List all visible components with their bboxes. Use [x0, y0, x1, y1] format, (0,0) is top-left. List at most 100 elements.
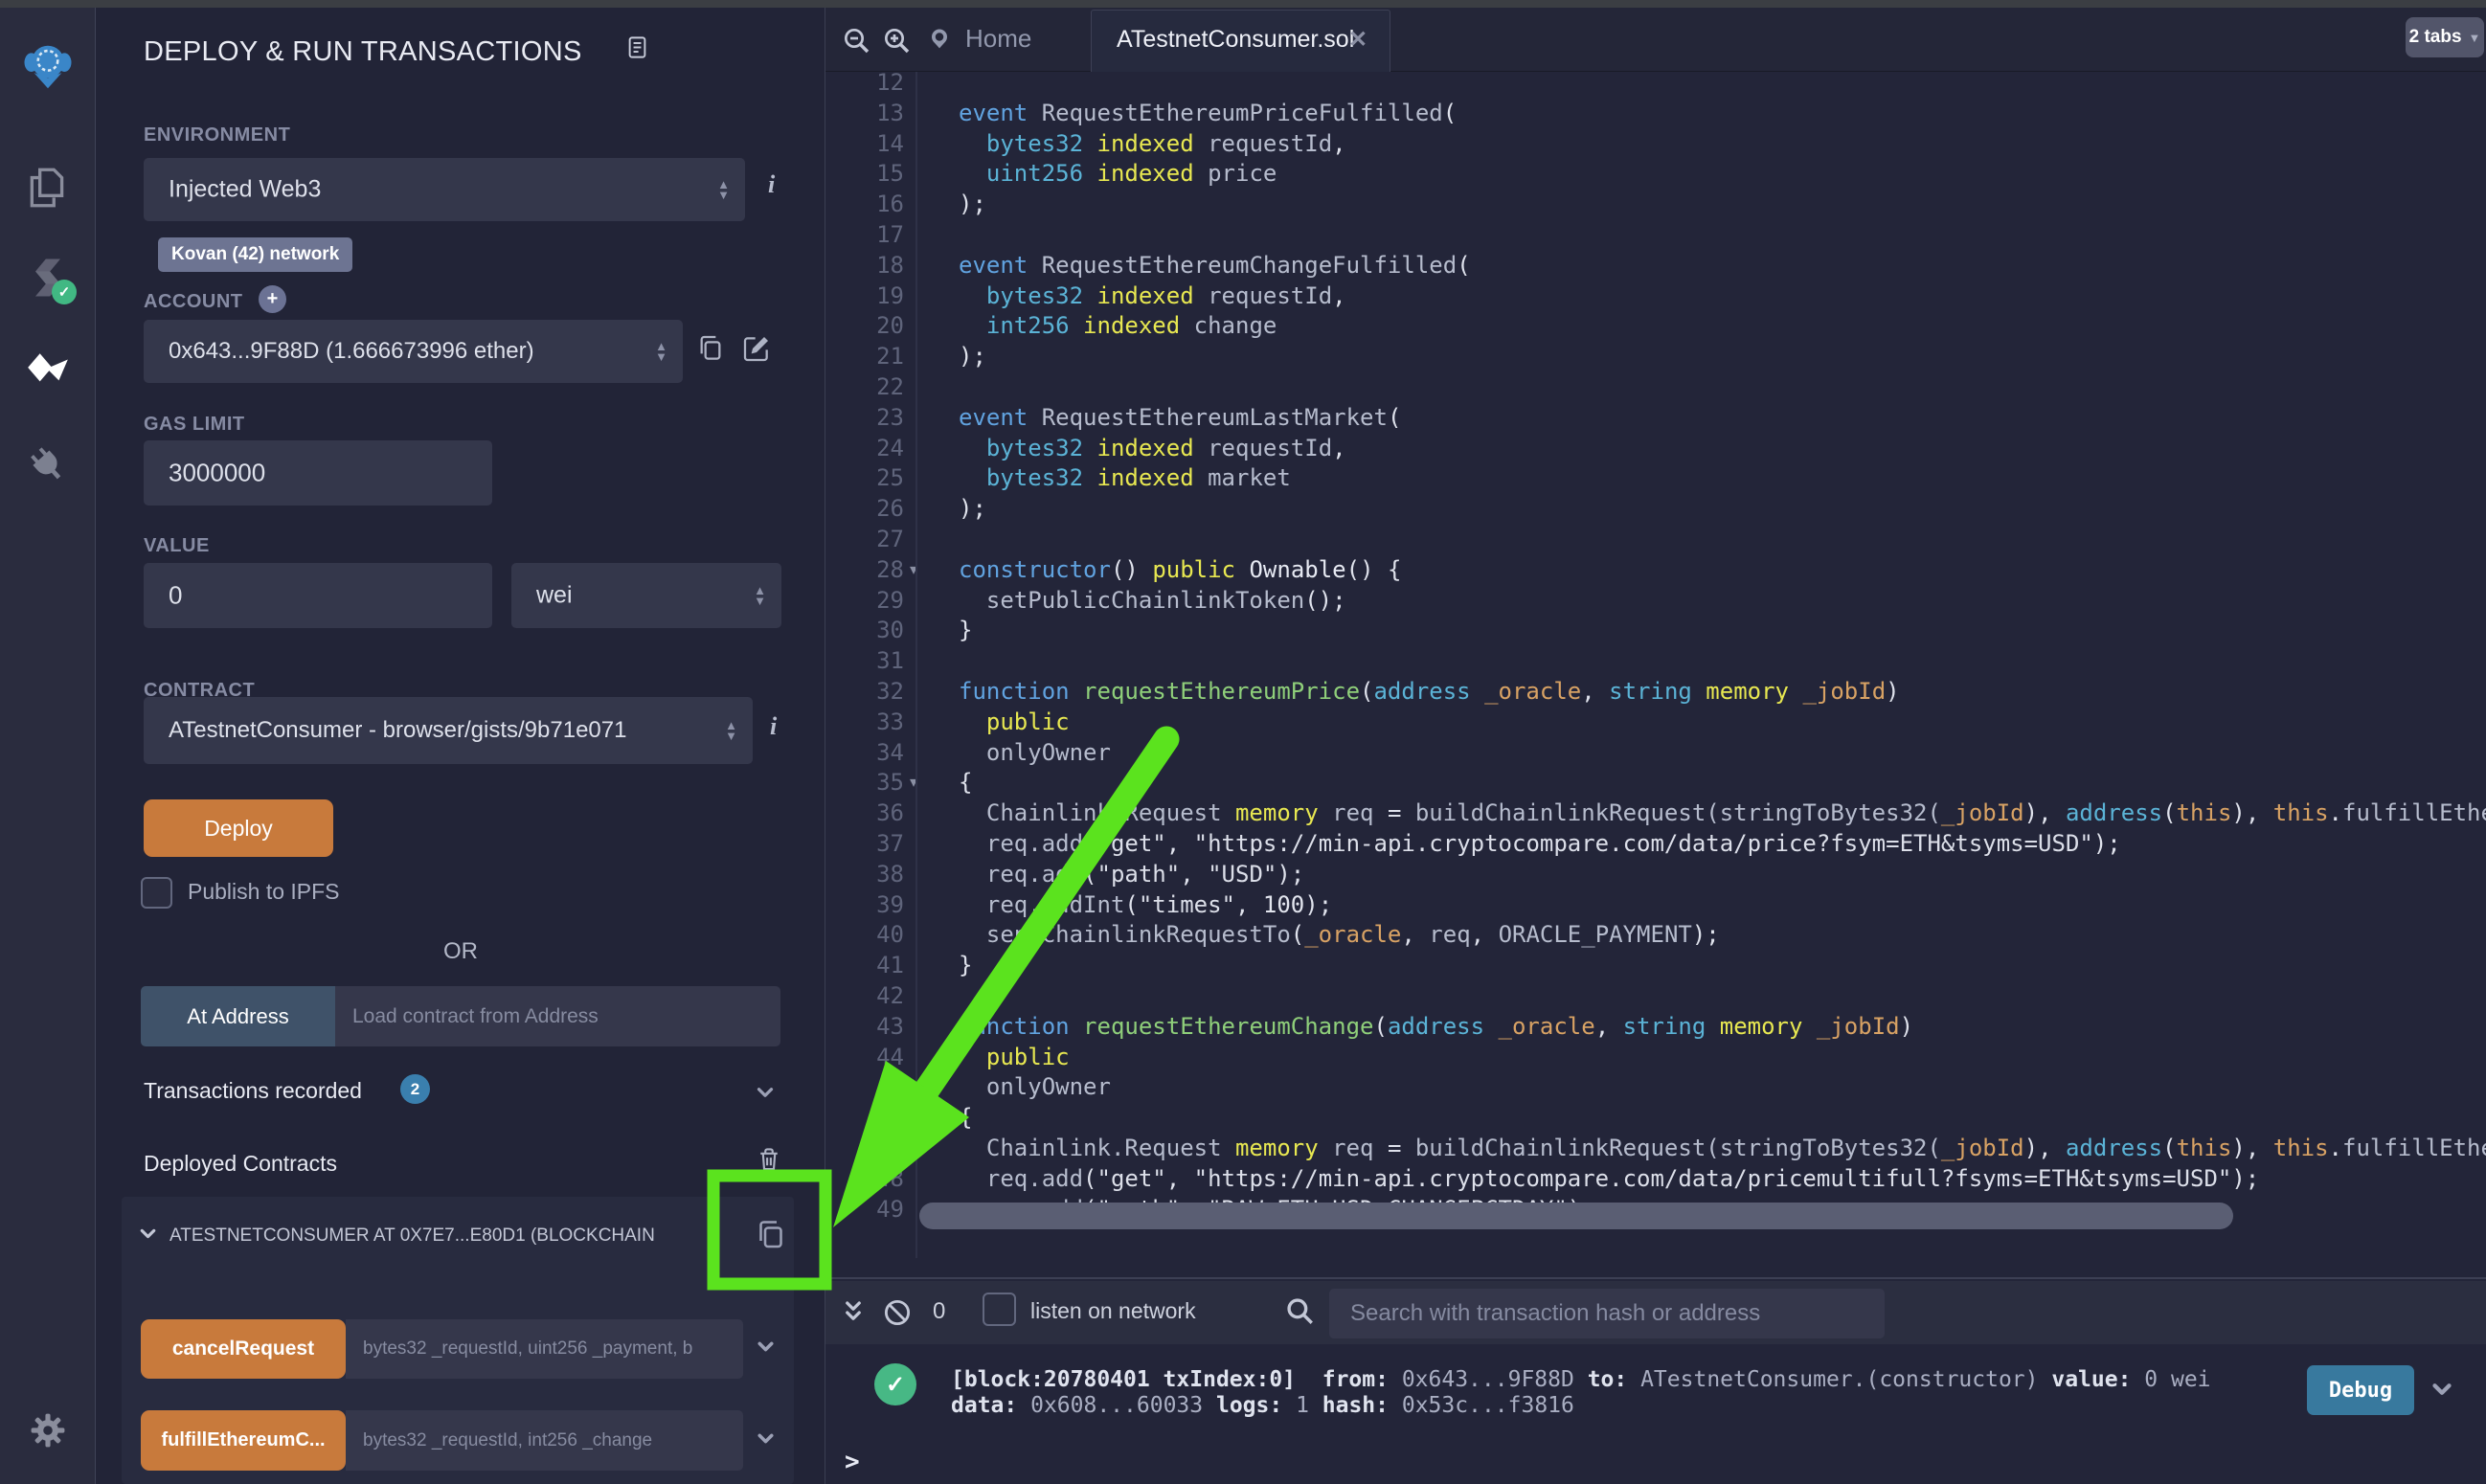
- line-number[interactable]: 29: [825, 586, 904, 617]
- environment-info-icon[interactable]: i: [768, 170, 775, 199]
- cancel-request-button[interactable]: cancelRequest: [141, 1319, 346, 1379]
- close-tab-icon[interactable]: ✕: [1348, 26, 1367, 54]
- line-number[interactable]: 21: [825, 342, 904, 372]
- line-number[interactable]: 48: [825, 1164, 904, 1195]
- zoom-in-icon[interactable]: [881, 25, 912, 60]
- line-number[interactable]: 30: [825, 616, 904, 646]
- environment-select[interactable]: Injected Web3 ▲▼: [144, 158, 745, 221]
- contract-select[interactable]: ATestnetConsumer - browser/gists/9b71e07…: [144, 697, 753, 764]
- cancel-request-args-input[interactable]: [346, 1319, 743, 1379]
- line-number[interactable]: 31: [825, 646, 904, 677]
- line-number[interactable]: 42: [825, 981, 904, 1012]
- deploy-run-icon[interactable]: [21, 345, 75, 398]
- at-address-input[interactable]: [335, 986, 780, 1046]
- copy-contract-address-icon[interactable]: [754, 1218, 788, 1257]
- trash-icon[interactable]: [755, 1145, 783, 1179]
- stepper-arrows-icon[interactable]: ▲▼: [754, 585, 766, 606]
- line-number[interactable]: 22: [825, 372, 904, 403]
- terminal-search-input[interactable]: [1329, 1289, 1885, 1338]
- line-number[interactable]: 46: [825, 1103, 904, 1134]
- line-number[interactable]: 45: [825, 1072, 904, 1103]
- stepper-arrows-icon[interactable]: ▲▼: [725, 720, 737, 741]
- gas-limit-input[interactable]: 3000000: [144, 440, 492, 506]
- line-number[interactable]: 28: [825, 555, 904, 586]
- line-number[interactable]: 34: [825, 738, 904, 769]
- home-tab-icon[interactable]: [925, 25, 954, 58]
- line-number[interactable]: 17: [825, 220, 904, 251]
- fulfill-ethereum-chevron-icon[interactable]: [754, 1427, 778, 1455]
- value-input[interactable]: 0: [144, 563, 492, 628]
- line-number[interactable]: 39: [825, 890, 904, 921]
- line-number[interactable]: 27: [825, 525, 904, 555]
- line-number[interactable]: 44: [825, 1043, 904, 1073]
- line-number[interactable]: 49: [825, 1195, 904, 1225]
- expand-terminal-icon[interactable]: [839, 1298, 868, 1332]
- tab-active-file[interactable]: ATestnetConsumer.sol ✕: [1091, 10, 1390, 72]
- add-account-icon[interactable]: +: [259, 285, 286, 313]
- stepper-arrows-icon[interactable]: ▲▼: [717, 179, 730, 200]
- environment-label: ENVIRONMENT: [144, 124, 290, 146]
- line-number[interactable]: 26: [825, 494, 904, 525]
- fulfill-ethereum-args-input[interactable]: [346, 1410, 743, 1471]
- doc-link-icon[interactable]: [624, 34, 650, 65]
- debug-button[interactable]: Debug: [2307, 1365, 2414, 1415]
- contract-info-icon[interactable]: i: [770, 712, 777, 741]
- line-number[interactable]: 35: [825, 768, 904, 798]
- line-number[interactable]: 20: [825, 311, 904, 342]
- deploy-button[interactable]: Deploy: [144, 799, 333, 857]
- fold-arrow-icon[interactable]: ▾: [910, 1103, 935, 1134]
- clear-terminal-icon[interactable]: [881, 1296, 914, 1334]
- line-number[interactable]: 43: [825, 1012, 904, 1043]
- editor-horizontal-scrollbar[interactable]: [919, 1203, 2233, 1229]
- line-number[interactable]: 23: [825, 403, 904, 434]
- line-number[interactable]: 47: [825, 1134, 904, 1164]
- remix-logo-icon[interactable]: [21, 38, 75, 92]
- line-number[interactable]: 37: [825, 829, 904, 860]
- tabs-count-dropdown[interactable]: 2 tabs ▼: [2406, 17, 2484, 57]
- solidity-compiler-icon[interactable]: ✓: [21, 251, 75, 304]
- line-number[interactable]: 15: [825, 159, 904, 190]
- plugin-manager-icon[interactable]: [21, 438, 75, 492]
- copy-account-icon[interactable]: [695, 333, 726, 369]
- listen-network-checkbox[interactable]: [983, 1293, 1016, 1326]
- line-number[interactable]: 16: [825, 190, 904, 220]
- fold-arrow-icon[interactable]: ▾: [910, 555, 935, 586]
- line-number[interactable]: 40: [825, 920, 904, 951]
- deployed-contract-card: ATESTNETCONSUMER AT 0X7E7...E80D1 (BLOCK…: [122, 1197, 794, 1484]
- line-number[interactable]: 12: [825, 68, 904, 99]
- edit-account-icon[interactable]: [741, 333, 772, 369]
- at-address-button[interactable]: At Address: [141, 986, 335, 1046]
- value-unit-select[interactable]: wei ▲▼: [511, 563, 781, 628]
- icon-rail: ✓: [0, 8, 96, 1484]
- settings-gear-icon[interactable]: [21, 1404, 75, 1457]
- cancel-request-chevron-icon[interactable]: [754, 1335, 778, 1363]
- log-expand-chevron-icon[interactable]: [2428, 1375, 2456, 1408]
- line-number[interactable]: 13: [825, 99, 904, 129]
- line-number[interactable]: 32: [825, 677, 904, 708]
- fulfill-ethereum-button[interactable]: fulfillEthereumC...: [141, 1410, 346, 1471]
- zoom-out-icon[interactable]: [841, 25, 871, 60]
- line-number[interactable]: 24: [825, 434, 904, 464]
- publish-ipfs-checkbox[interactable]: [141, 877, 172, 909]
- log-line-2[interactable]: data: 0x608...60033 logs: 1 hash: 0x53c.…: [951, 1393, 1574, 1418]
- line-number[interactable]: 19: [825, 281, 904, 312]
- terminal-prompt[interactable]: >: [845, 1448, 860, 1476]
- line-number[interactable]: 25: [825, 463, 904, 494]
- contract-expand-chevron-icon[interactable]: [136, 1222, 160, 1250]
- line-number[interactable]: 14: [825, 129, 904, 160]
- file-explorer-icon[interactable]: [21, 161, 75, 214]
- account-select[interactable]: 0x643...9F88D (1.666673996 ether) ▲▼: [144, 320, 683, 383]
- code-line-42: 42: [825, 981, 2486, 1012]
- fold-arrow-icon[interactable]: ▾: [910, 768, 935, 798]
- line-number[interactable]: 36: [825, 798, 904, 829]
- transactions-chevron-icon[interactable]: [753, 1080, 778, 1110]
- line-number[interactable]: 38: [825, 860, 904, 890]
- log-line-1[interactable]: [block:20780401 txIndex:0] from: 0x643..…: [951, 1367, 2211, 1392]
- line-number[interactable]: 33: [825, 708, 904, 738]
- line-number[interactable]: 18: [825, 251, 904, 281]
- stepper-arrows-icon[interactable]: ▲▼: [655, 341, 667, 362]
- line-number[interactable]: 41: [825, 951, 904, 981]
- contract-instance-label[interactable]: ATESTNETCONSUMER AT 0X7E7...E80D1 (BLOCK…: [170, 1225, 730, 1247]
- code-area[interactable]: 1213event RequestEthereumPriceFulfilled(…: [825, 8, 2486, 1277]
- tab-home[interactable]: Home: [965, 24, 1031, 54]
